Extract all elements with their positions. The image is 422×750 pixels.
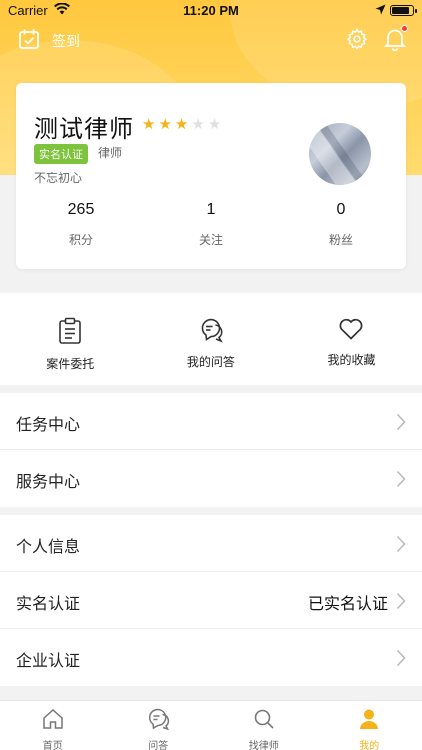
stat-label: 粉丝 <box>328 233 353 247</box>
location-arrow-icon <box>375 4 386 19</box>
stat-following[interactable]: 1 关注 <box>146 201 276 248</box>
chevron-right-icon <box>396 535 406 557</box>
quick-action-my-qa[interactable]: 我的问答 <box>141 293 282 385</box>
menu-row-label: 任务中心 <box>16 415 81 434</box>
stat-points[interactable]: 265 积分 <box>16 201 146 248</box>
tab-bar: 首页 问答 找律师 我的 <box>0 700 422 750</box>
rating-stars: ★ ★ ★ ★ ★ <box>142 117 221 132</box>
menu-row-personal-info[interactable]: 个人信息 <box>0 515 422 572</box>
notification-bell-icon[interactable] <box>383 25 408 55</box>
menu-row-service-center[interactable]: 服务中心 <box>0 450 422 507</box>
tab-label: 问答 <box>148 741 169 750</box>
quick-action-label: 案件委托 <box>46 357 95 371</box>
chevron-right-icon <box>396 470 406 492</box>
menu-row-real-name-verification[interactable]: 实名认证 已实名认证 <box>0 572 422 629</box>
quick-action-label: 我的收藏 <box>327 353 376 367</box>
tab-home[interactable]: 首页 <box>0 701 106 750</box>
notification-dot <box>401 25 408 32</box>
chevron-right-icon <box>396 413 406 435</box>
star-icon: ★ <box>207 115 222 133</box>
star-icon: ★ <box>174 115 189 133</box>
search-icon <box>252 709 276 735</box>
menu-row-enterprise-verification[interactable]: 企业认证 <box>0 629 422 686</box>
home-icon <box>41 708 65 735</box>
person-icon <box>357 709 381 735</box>
checkin-button[interactable]: 签到 <box>18 28 80 54</box>
avatar[interactable] <box>309 123 371 185</box>
quick-action-label: 我的问答 <box>186 355 235 369</box>
calendar-check-icon <box>18 28 40 54</box>
stat-value: 1 <box>206 201 216 218</box>
menu-row-task-center[interactable]: 任务中心 <box>0 393 422 450</box>
stats-row: 265 积分 1 关注 0 粉丝 <box>16 201 406 248</box>
tab-me[interactable]: 我的 <box>317 701 422 750</box>
clock: 11:20 PM <box>183 3 239 18</box>
profile-card: 测试律师 ★ ★ ★ ★ ★ 实名认证 律师 不忘初心 265 积分 1 关注 … <box>16 83 406 269</box>
star-icon: ★ <box>158 115 172 133</box>
settings-gear-icon[interactable] <box>346 28 368 54</box>
tab-find-lawyer[interactable]: 找律师 <box>211 701 317 750</box>
heart-icon <box>338 318 364 345</box>
tab-label: 找律师 <box>248 741 279 750</box>
star-icon: ★ <box>191 115 205 133</box>
checkin-label: 签到 <box>52 34 80 50</box>
stat-fans[interactable]: 0 粉丝 <box>276 201 406 248</box>
stat-label: 关注 <box>198 233 223 247</box>
battery-icon <box>390 5 417 16</box>
verified-badge: 实名认证 <box>34 144 88 164</box>
clipboard-icon <box>57 317 83 349</box>
role-label: 律师 <box>98 146 123 160</box>
menu-group-centers: 任务中心 服务中心 <box>0 393 422 507</box>
stat-label: 积分 <box>68 233 93 247</box>
stat-value: 0 <box>336 201 346 218</box>
chat-icon <box>145 708 171 735</box>
chevron-right-icon <box>396 649 406 671</box>
status-bar: Carrier 11:20 PM <box>0 0 422 22</box>
menu-row-label: 服务中心 <box>16 472 81 491</box>
top-bar: 签到 <box>0 24 422 58</box>
menu-row-label: 个人信息 <box>16 537 81 556</box>
star-icon: ★ <box>142 115 156 133</box>
stat-value: 265 <box>67 201 95 218</box>
quick-action-my-favorites[interactable]: 我的收藏 <box>281 293 422 385</box>
chevron-right-icon <box>396 592 406 614</box>
profile-name: 测试律师 <box>34 115 134 143</box>
quick-actions: 案件委托 我的问答 我的收藏 <box>0 293 422 385</box>
chat-bubbles-icon <box>197 318 225 347</box>
menu-row-label: 实名认证 <box>16 594 81 613</box>
tab-qa[interactable]: 问答 <box>106 701 212 750</box>
verification-status: 已实名认证 <box>307 594 388 613</box>
tab-label: 我的 <box>359 741 380 750</box>
menu-group-account: 个人信息 实名认证 已实名认证 企业认证 <box>0 515 422 686</box>
tab-label: 首页 <box>42 741 63 750</box>
quick-action-case-entrust[interactable]: 案件委托 <box>0 293 141 385</box>
menu-row-label: 企业认证 <box>16 651 81 670</box>
motto-text: 不忘初心 <box>34 171 83 185</box>
